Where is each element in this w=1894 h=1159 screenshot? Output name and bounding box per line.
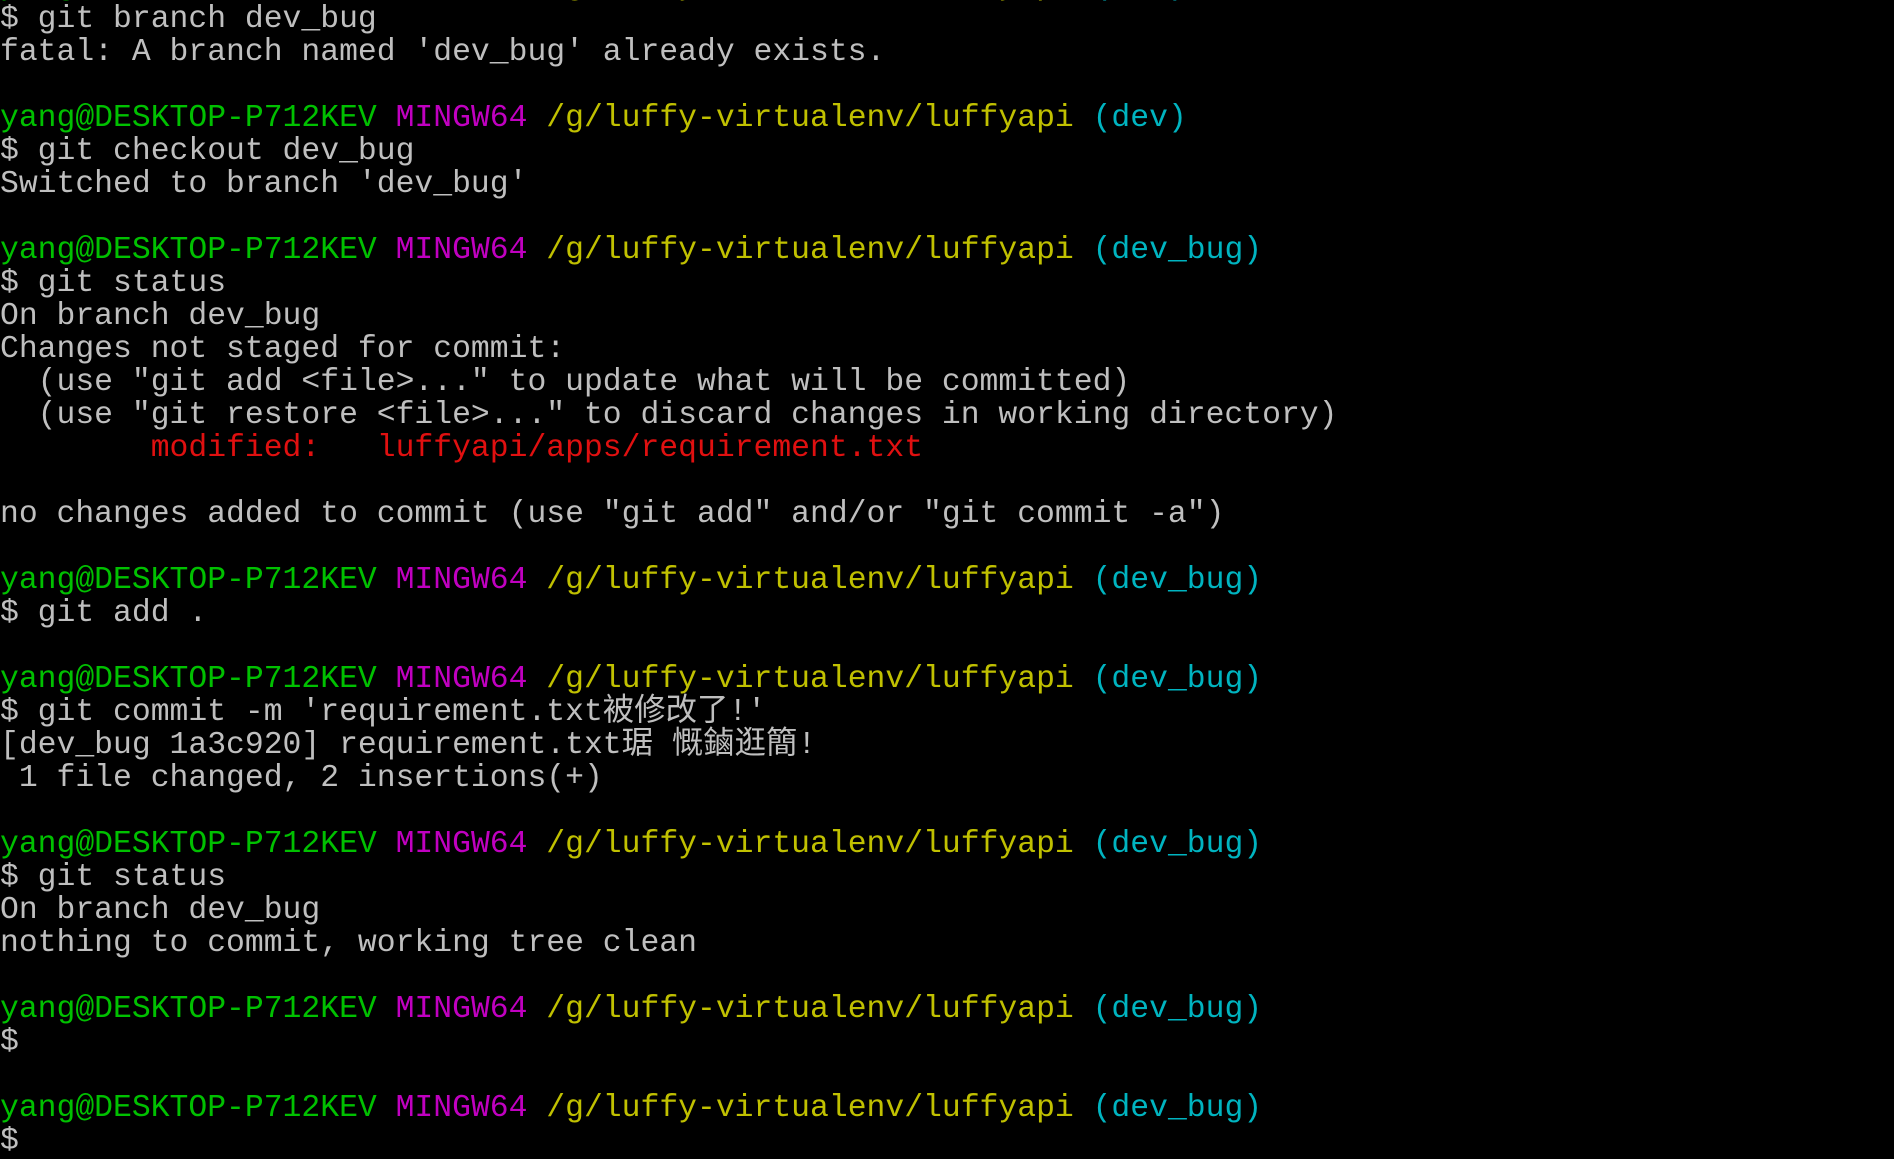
terminal-line: $ git status bbox=[0, 861, 1337, 894]
prompt-line: yang@DESKTOP-P712KEV MINGW64 /g/luffy-vi… bbox=[0, 234, 1337, 267]
terminal-line: $ git status bbox=[0, 267, 1337, 300]
prompt-branch: (dev) bbox=[1092, 101, 1187, 136]
terminal-output[interactable]: yang@DESKTOP-P712KEV MINGW64 /g/luffy-vi… bbox=[0, 0, 1337, 1158]
prompt-line: yang@DESKTOP-P712KEV MINGW64 /g/luffy-vi… bbox=[0, 828, 1337, 861]
output-text: (use "git restore <file>..." to discard … bbox=[0, 398, 1338, 433]
terminal-line: $ git add . bbox=[0, 597, 1337, 630]
prompt-path: /g/luffy-virtualenv/luffyapi bbox=[546, 992, 1093, 1027]
prompt-user: yang@DESKTOP-P712KEV bbox=[0, 992, 396, 1027]
terminal-line: $ bbox=[0, 1125, 1337, 1158]
prompt-user: yang@DESKTOP-P712KEV bbox=[0, 827, 396, 862]
prompt-path: /g/luffy-virtualenv/luffyapi bbox=[546, 563, 1093, 598]
prompt-branch: (dev_bug) bbox=[1092, 827, 1263, 862]
output-text: $ git add . bbox=[0, 596, 208, 631]
prompt-system: MINGW64 bbox=[395, 992, 547, 1027]
prompt-user: yang@DESKTOP-P712KEV bbox=[0, 101, 396, 136]
terminal-line: 1 file changed, 2 insertions(+) bbox=[0, 762, 1337, 795]
modified-file: modified: luffyapi/apps/requirement.txt bbox=[0, 431, 924, 466]
prompt-branch: (dev_bug) bbox=[1092, 1091, 1263, 1126]
terminal-line: Switched to branch 'dev_bug' bbox=[0, 168, 1337, 201]
prompt-system: MINGW64 bbox=[395, 233, 547, 268]
output-text: On branch dev_bug bbox=[0, 893, 321, 928]
output-text: $ git branch dev_bug bbox=[0, 2, 377, 37]
prompt-branch: (dev_bug) bbox=[1092, 992, 1263, 1027]
prompt-branch: (dev_bug) bbox=[1092, 563, 1263, 598]
output-text: $ bbox=[0, 1124, 19, 1159]
prompt-user: yang@DESKTOP-P712KEV bbox=[0, 233, 396, 268]
terminal-line: (use "git restore <file>..." to discard … bbox=[0, 398, 1338, 433]
terminal-line: $ git checkout dev_bug bbox=[0, 135, 1337, 168]
terminal-line: $ bbox=[0, 1026, 1337, 1059]
prompt-system: MINGW64 bbox=[395, 563, 547, 598]
output-text: no changes added to commit (use "git add… bbox=[0, 497, 1225, 532]
terminal-line: Changes not staged for commit: bbox=[0, 333, 1337, 366]
prompt-system: MINGW64 bbox=[396, 0, 547, 4]
terminal-line: $ git commit -m 'requirement.txt被修改了!' bbox=[0, 696, 1337, 729]
terminal-line: On branch dev_bug bbox=[0, 300, 1337, 333]
prompt-line: yang@DESKTOP-P712KEV MINGW64 /g/luffy-vi… bbox=[0, 1092, 1337, 1125]
terminal-line: (use "git add <file>..." to update what … bbox=[0, 366, 1337, 399]
prompt-branch: (dev) bbox=[1093, 0, 1187, 4]
output-text: $ git commit -m 'requirement.txt被修改了!' bbox=[0, 695, 767, 730]
prompt-line: yang@DESKTOP-P712KEV MINGW64 /g/luffy-vi… bbox=[0, 102, 1337, 135]
output-text: Switched to branch 'dev_bug' bbox=[0, 167, 528, 202]
terminal-line: nothing to commit, working tree clean bbox=[0, 927, 1337, 960]
output-text: nothing to commit, working tree clean bbox=[0, 926, 697, 961]
prompt-path: /g/luffy-virtualenv/luffyapi bbox=[546, 0, 1092, 4]
prompt-line: yang@DESKTOP-P712KEV MINGW64 /g/luffy-vi… bbox=[0, 663, 1337, 696]
terminal-line: no changes added to commit (use "git add… bbox=[0, 498, 1337, 531]
terminal-line: On branch dev_bug bbox=[0, 894, 1337, 927]
output-text: $ git status bbox=[0, 266, 227, 301]
prompt-system: MINGW64 bbox=[395, 1091, 547, 1126]
output-text: $ git checkout dev_bug bbox=[0, 134, 415, 169]
output-text: $ git status bbox=[0, 860, 227, 895]
prompt-system: MINGW64 bbox=[395, 101, 547, 136]
prompt-path: /g/luffy-virtualenv/luffyapi bbox=[546, 101, 1093, 136]
output-text: Changes not staged for commit: bbox=[0, 332, 566, 367]
prompt-user: yang@DESKTOP-P712KEV bbox=[0, 563, 396, 598]
prompt-branch: (dev_bug) bbox=[1092, 662, 1263, 697]
output-text: $ bbox=[0, 1025, 19, 1060]
prompt-path: /g/luffy-virtualenv/luffyapi bbox=[546, 1091, 1093, 1126]
output-text: On branch dev_bug bbox=[0, 299, 321, 334]
output-text: 1 file changed, 2 insertions(+) bbox=[0, 761, 603, 796]
prompt-path: /g/luffy-virtualenv/luffyapi bbox=[546, 662, 1093, 697]
prompt-line: yang@DESKTOP-P712KEV MINGW64 /g/luffy-vi… bbox=[0, 564, 1337, 597]
terminal-line: modified: luffyapi/apps/requirement.txt bbox=[0, 432, 1337, 465]
terminal-line: [dev_bug 1a3c920] requirement.txt琚 慨鏀逛簡! bbox=[0, 729, 1337, 762]
prompt-branch: (dev_bug) bbox=[1092, 233, 1263, 268]
terminal-line: $ git branch dev_bug bbox=[0, 3, 1337, 36]
prompt-system: MINGW64 bbox=[395, 827, 547, 862]
output-text: fatal: A branch named 'dev_bug' already … bbox=[0, 35, 886, 70]
prompt-system: MINGW64 bbox=[395, 662, 547, 697]
prompt-line: yang@DESKTOP-P712KEV MINGW64 /g/luffy-vi… bbox=[0, 993, 1337, 1026]
terminal-line: fatal: A branch named 'dev_bug' already … bbox=[0, 36, 1337, 69]
prompt-user: yang@DESKTOP-P712KEV bbox=[0, 662, 396, 697]
output-text: (use "git add <file>..." to update what … bbox=[0, 365, 1131, 400]
prompt-path: /g/luffy-virtualenv/luffyapi bbox=[546, 233, 1093, 268]
prompt-user: yang@DESKTOP-P712KEV bbox=[0, 1091, 396, 1126]
output-text: [dev_bug 1a3c920] requirement.txt琚 慨鏀逛簡! bbox=[0, 728, 817, 763]
prompt-path: /g/luffy-virtualenv/luffyapi bbox=[546, 827, 1093, 862]
